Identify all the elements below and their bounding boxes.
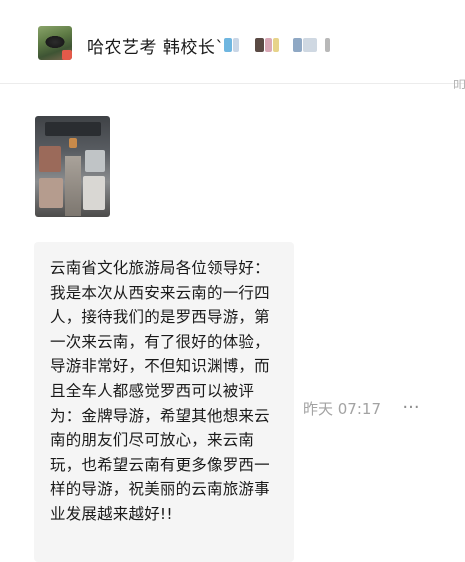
header-divider (0, 83, 465, 84)
message-text: 云南省文化旅游局各位领导好：我是本次从西安来云南的一行四人，接待我们的是罗西导游… (50, 259, 270, 523)
avatar-badge (62, 50, 72, 60)
chat-header: 哈农艺考 韩校长` (0, 0, 465, 83)
avatar-image-detail (44, 35, 66, 49)
group-avatar[interactable] (38, 26, 72, 60)
side-button-edge[interactable]: 叩 (453, 75, 465, 89)
message-timestamp: 昨天 07:17 (303, 400, 381, 418)
more-options-button[interactable]: ··· (399, 398, 423, 418)
message-photo[interactable] (35, 116, 110, 217)
photo-aisle (65, 156, 81, 216)
chat-title[interactable]: 哈农艺考 韩校长` (87, 33, 224, 58)
